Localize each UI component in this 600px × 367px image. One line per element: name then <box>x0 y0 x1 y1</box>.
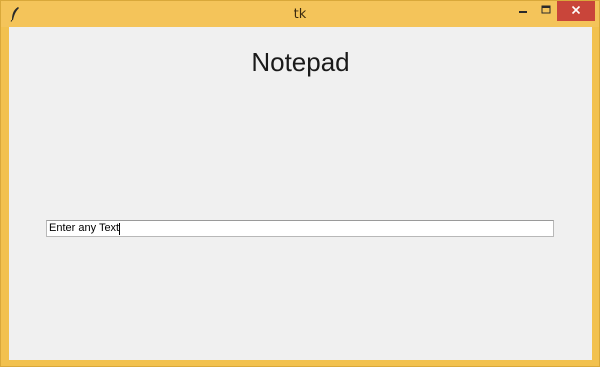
title-bar[interactable]: tk <box>1 1 599 27</box>
text-caret <box>119 222 121 235</box>
client-area: Notepad Enter any Text <box>9 27 592 360</box>
window-title: tk <box>293 7 307 22</box>
page-title: Notepad <box>251 47 350 77</box>
text-entry-field[interactable]: Enter any Text <box>46 220 554 237</box>
minimize-icon <box>518 2 528 20</box>
close-icon <box>571 2 581 20</box>
entry-value: Enter any Text <box>49 222 120 234</box>
maximize-icon <box>541 2 551 20</box>
app-window: tk Notepad Enter any Text <box>0 0 600 367</box>
close-button[interactable] <box>557 1 595 21</box>
maximize-button[interactable] <box>535 1 557 21</box>
minimize-button[interactable] <box>511 1 535 21</box>
